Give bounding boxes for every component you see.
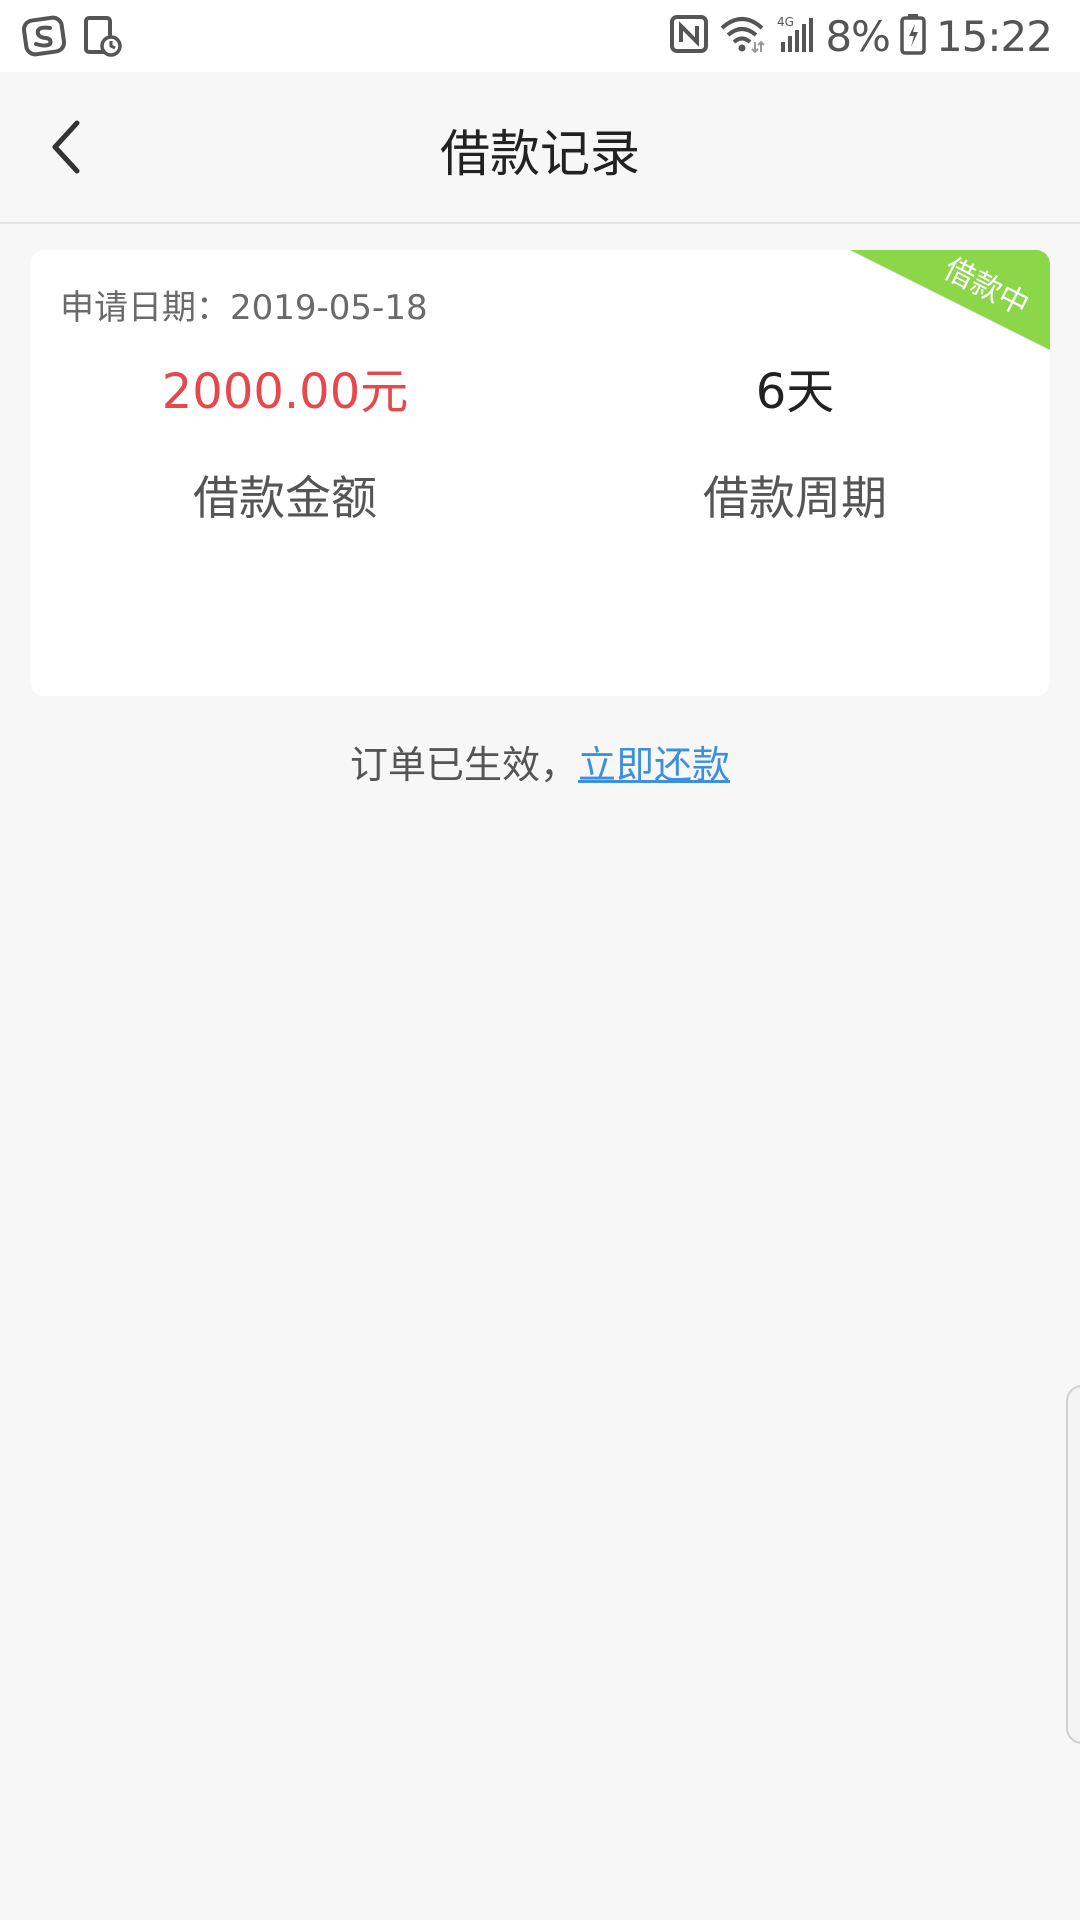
edge-panel-handle[interactable] bbox=[1066, 1385, 1080, 1744]
title-bar: 借款记录 bbox=[0, 72, 1080, 224]
clock: 15:22 bbox=[935, 11, 1053, 61]
loan-amount-value: 2000.00元 bbox=[161, 364, 409, 420]
svg-text:4G: 4G bbox=[777, 15, 794, 29]
status-right-cluster: 4G 8% 15:22 bbox=[669, 0, 1053, 72]
loan-amount-label: 借款金额 bbox=[193, 471, 377, 525]
screen-timer-icon bbox=[80, 14, 124, 62]
loan-amount-stat: 2000.00元 借款金额 bbox=[30, 360, 540, 528]
status-bar: 4G 8% 15:22 bbox=[0, 0, 1080, 72]
page-title: 借款记录 bbox=[440, 125, 640, 183]
wifi-icon bbox=[719, 14, 766, 58]
sogou-icon bbox=[21, 14, 67, 62]
battery-percent: 8% bbox=[825, 11, 891, 61]
order-status-message: 订单已生效，立即还款 bbox=[0, 734, 1080, 789]
loan-record-card[interactable]: 借款中 申请日期：2019-05-18 2000.00元 借款金额 6天 借款周… bbox=[30, 250, 1050, 696]
battery-icon bbox=[900, 13, 926, 59]
loan-period-label: 借款周期 bbox=[703, 471, 887, 525]
loan-period-stat: 6天 借款周期 bbox=[540, 360, 1050, 528]
signal-icon: 4G bbox=[775, 14, 815, 58]
nfc-icon bbox=[669, 14, 709, 58]
apply-date: 申请日期：2019-05-18 bbox=[60, 288, 428, 328]
repay-now-link[interactable]: 立即还款 bbox=[578, 743, 730, 787]
order-effective-text: 订单已生效， bbox=[349, 743, 578, 787]
status-ribbon: 借款中 bbox=[850, 250, 1050, 350]
loan-period-value: 6天 bbox=[755, 364, 835, 420]
